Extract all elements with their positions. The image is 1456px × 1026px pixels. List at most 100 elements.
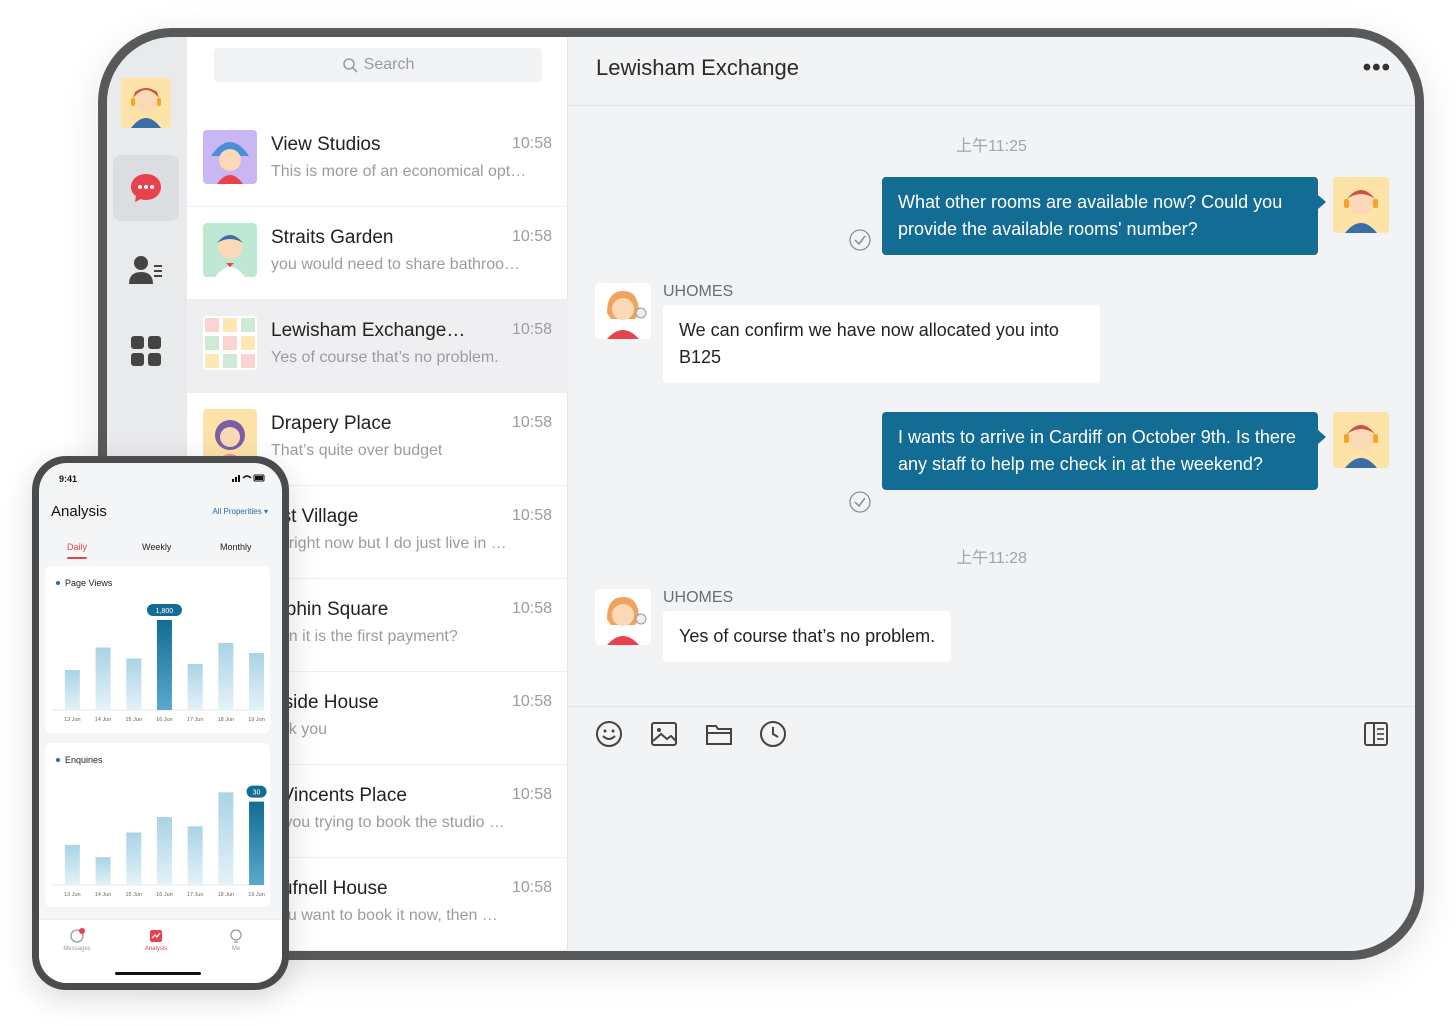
chat-icon xyxy=(70,928,85,943)
conversation-preview: ank you xyxy=(271,721,328,738)
bar[interactable] xyxy=(126,658,142,711)
bar[interactable] xyxy=(156,817,172,885)
outgoing-message: I wants to arrive in Cardiff on October … xyxy=(882,412,1326,490)
x-tick-label: 17 Jun xyxy=(187,892,204,898)
chat-panel: Lewisham Exchange ••• 上午11:25 What other… xyxy=(568,37,1415,951)
x-tick-label: 18 Jun xyxy=(218,892,235,898)
emoji-icon[interactable] xyxy=(594,719,624,749)
grid-icon xyxy=(131,336,161,366)
rail-apps-button[interactable] xyxy=(113,318,179,384)
x-tick-label: 14 Jun xyxy=(95,717,112,723)
x-tick-label: 17 Jun xyxy=(187,717,204,723)
nav-messages[interactable]: Messages xyxy=(57,928,97,952)
bar[interactable] xyxy=(218,643,234,710)
x-tick-label: 15 Jun xyxy=(125,892,142,898)
conversation-name: t Vincents Place xyxy=(271,785,407,806)
conversation-name: Lewisham Exchange… xyxy=(271,320,466,341)
bar[interactable] xyxy=(95,647,111,711)
x-tick-label: 14 Jun xyxy=(95,892,112,898)
bar[interactable] xyxy=(249,653,265,710)
read-check-icon xyxy=(849,491,871,513)
incoming-message: Yes of course that’s no problem. xyxy=(663,611,952,662)
bottom-nav: Messages Analysis Me xyxy=(39,919,282,983)
contacts-icon xyxy=(129,256,162,284)
more-options-button[interactable]: ••• xyxy=(1363,54,1391,82)
value-label: 1,800 xyxy=(156,608,174,615)
my-avatar xyxy=(1333,412,1389,468)
conversation-item-selected[interactable]: Lewisham Exchange… 10:58 Yes of course t… xyxy=(187,300,568,393)
toolbar-divider xyxy=(568,706,1415,707)
search-placeholder: Search xyxy=(363,56,415,73)
avatar xyxy=(203,223,257,277)
avatar xyxy=(203,409,257,463)
tab-daily[interactable]: Daily xyxy=(67,542,87,552)
x-tick-label: 15 Jun xyxy=(125,717,142,723)
conversation-time: 10:58 xyxy=(511,414,552,431)
bar[interactable] xyxy=(64,844,80,885)
tablet-frame: Search View Studios 10:58 This is more o… xyxy=(98,28,1424,960)
home-indicator xyxy=(115,972,201,975)
message-timestamp: 上午11:28 xyxy=(956,550,1027,567)
chat-bubble-icon xyxy=(131,174,161,202)
nav-analysis[interactable]: Analysis xyxy=(136,928,176,952)
nav-label: Messages xyxy=(63,946,91,952)
conversation-preview: This is more of an economical opt… xyxy=(271,163,527,180)
phone-page-title: Analysis xyxy=(51,503,107,520)
conversation-name: Straits Garden xyxy=(271,227,394,248)
conversation-time: 10:58 xyxy=(511,507,552,524)
tablet-screen: Search View Studios 10:58 This is more o… xyxy=(107,37,1415,951)
nav-me[interactable]: Me xyxy=(216,928,256,952)
bar[interactable] xyxy=(126,832,142,886)
bar[interactable] xyxy=(156,620,172,710)
bar[interactable] xyxy=(187,664,203,710)
conversation-item[interactable]: Straits Garden 10:58 you would need to s… xyxy=(187,207,568,300)
bar[interactable] xyxy=(249,801,265,885)
tab-weekly[interactable]: Weekly xyxy=(142,542,171,552)
clock-icon[interactable] xyxy=(758,719,788,749)
bar[interactable] xyxy=(64,670,80,710)
my-avatar[interactable] xyxy=(121,78,171,128)
bar[interactable] xyxy=(187,826,203,885)
folder-icon[interactable] xyxy=(704,719,734,749)
tab-monthly[interactable]: Monthly xyxy=(220,542,252,552)
status-icons xyxy=(232,473,266,485)
outgoing-message: What other rooms are available now? Coul… xyxy=(882,177,1326,255)
message-timestamp: 上午11:25 xyxy=(956,138,1027,155)
incoming-message: We can confirm we have now allocated you… xyxy=(663,305,1100,383)
enquiries-chart: 13 Jun 14 Jun 15 Jun 16 Jun 17 Jun 18 Jun 19 J… xyxy=(53,785,267,898)
image-icon[interactable] xyxy=(649,719,679,749)
phone-screen: 9:41 Analysis All Properities ▾ Daily We… xyxy=(39,463,282,983)
conversation-time: 10:58 xyxy=(511,228,552,245)
conversation-time: 10:58 xyxy=(511,693,552,710)
x-tick-label: 16 Jun xyxy=(156,892,173,898)
tab-active-indicator xyxy=(67,557,87,559)
page-views-card: Page Views 13 Jun 14 Jun 15 Jun 16 Jun 1,800… xyxy=(45,566,270,733)
value-label: 30 xyxy=(253,790,261,797)
conversation-time: 10:58 xyxy=(511,321,552,338)
status-time: 9:41 xyxy=(59,474,78,484)
property-filter-dropdown[interactable]: All Properities ▾ xyxy=(212,507,268,516)
enquiries-card: Enquiries 13 Jun 14 Jun 15 Jun 16 Jun 17 Jun… xyxy=(45,743,270,907)
rail-contacts-button[interactable] xyxy=(113,237,179,303)
uhomes-avatar xyxy=(595,589,651,645)
page-views-chart: 13 Jun 14 Jun 15 Jun 16 Jun 1,800 17 Jun 18 Ju… xyxy=(53,604,265,723)
search-input[interactable]: Search xyxy=(214,48,542,82)
my-avatar xyxy=(1333,177,1389,233)
conversation-item[interactable]: View Studios 10:58 This is more of an ec… xyxy=(187,114,568,207)
rail-messages-button[interactable] xyxy=(113,155,179,221)
sender-name: UHOMES xyxy=(663,589,734,606)
conversation-preview: Yes of course that’s no problem. xyxy=(271,349,499,366)
bar[interactable] xyxy=(218,792,234,885)
side-panel-icon[interactable] xyxy=(1361,719,1391,749)
sender-name: UHOMES xyxy=(663,283,734,300)
conversation-time: 10:58 xyxy=(511,135,552,152)
chat-title: Lewisham Exchange xyxy=(596,55,800,80)
chat-header: Lewisham Exchange ••• xyxy=(568,37,1415,106)
x-tick-label: 13 Jun xyxy=(64,892,81,898)
conversation-preview: you would need to share bathroo… xyxy=(271,256,521,273)
bar[interactable] xyxy=(95,857,111,885)
conversation-time: 10:58 xyxy=(511,879,552,896)
conversation-name: View Studios xyxy=(271,134,381,155)
x-tick-label: 18 Jun xyxy=(218,717,235,723)
x-tick-label: 13 Jun xyxy=(64,717,81,723)
